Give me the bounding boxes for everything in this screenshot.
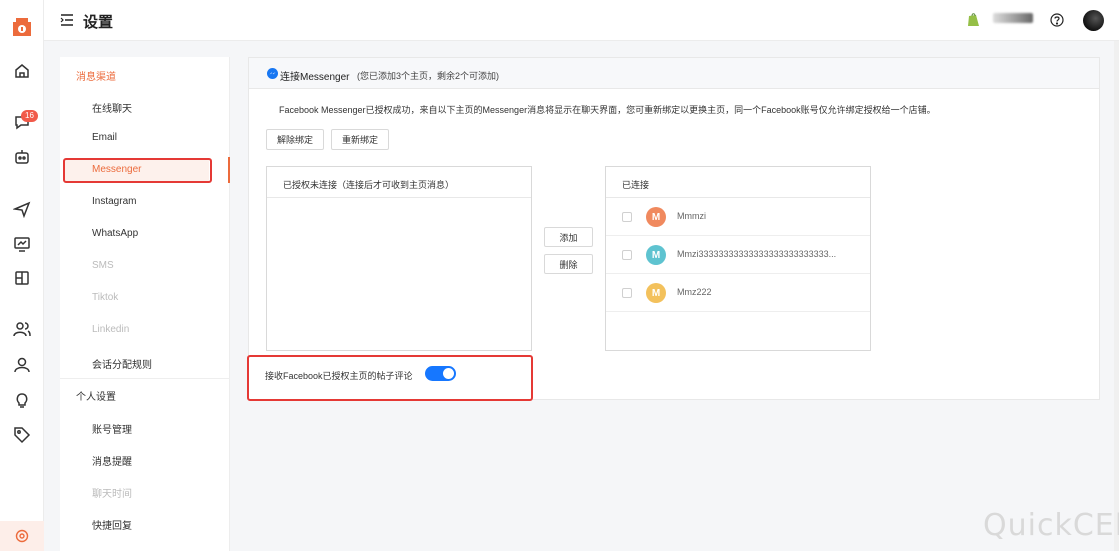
watermark: QuickCEP bbox=[983, 508, 1119, 543]
menu-item-whatsapp[interactable]: WhatsApp bbox=[92, 228, 138, 239]
menu-item-notifications[interactable]: 消息提醒 bbox=[92, 453, 132, 468]
panel-title: 连接Messenger bbox=[280, 72, 350, 83]
top-bar: 设置 bbox=[44, 0, 1119, 41]
unconnected-list-header: 已授权未连接（连接后才可收到主页消息） bbox=[267, 167, 531, 198]
authorization-description: Facebook Messenger已授权成功，来自以下主页的Messenger… bbox=[279, 105, 936, 115]
shopify-icon[interactable] bbox=[967, 12, 980, 27]
messenger-icon bbox=[267, 68, 278, 79]
panel-subtitle: (您已添加3个主页，剩余2个可添加) bbox=[357, 71, 500, 81]
page-name: Mmmzi bbox=[677, 211, 706, 221]
connected-pages-list: 已连接 M Mmmzi M Mmzi3333333333333333333333… bbox=[605, 166, 871, 351]
page-name: Mmz222 bbox=[677, 287, 712, 297]
page-avatar: M bbox=[646, 207, 666, 227]
robot-icon[interactable] bbox=[13, 148, 31, 166]
lightbulb-icon[interactable] bbox=[13, 391, 31, 409]
help-icon[interactable] bbox=[1050, 13, 1064, 27]
monitor-icon[interactable] bbox=[13, 235, 31, 253]
layout-icon[interactable] bbox=[13, 269, 31, 287]
section-channels: 消息渠道 bbox=[76, 72, 116, 83]
page-avatar: M bbox=[646, 245, 666, 265]
messenger-panel: 连接Messenger (您已添加3个主页，剩余2个可添加) Facebook … bbox=[247, 57, 1100, 401]
menu-item-messenger[interactable]: Messenger bbox=[92, 164, 141, 175]
settings-menu: 消息渠道 在线聊天 Email Messenger Instagram What… bbox=[60, 57, 230, 551]
menu-item-account[interactable]: 账号管理 bbox=[92, 421, 132, 436]
app-logo-icon[interactable] bbox=[12, 16, 32, 38]
settings-gear-icon bbox=[15, 529, 29, 543]
section-divider bbox=[60, 378, 230, 379]
list-item[interactable]: M Mmmzi bbox=[606, 198, 870, 236]
menu-item-online-chat[interactable]: 在线聊天 bbox=[92, 100, 132, 115]
menu-item-email[interactable]: Email bbox=[92, 132, 117, 143]
page-avatar: M bbox=[646, 283, 666, 303]
page-checkbox[interactable] bbox=[622, 250, 632, 260]
unbind-button[interactable]: 解除绑定 bbox=[266, 129, 324, 150]
page-title: 设置 bbox=[83, 14, 114, 31]
menu-collapse-icon[interactable] bbox=[60, 13, 74, 27]
comments-toggle-label: 接收Facebook已授权主页的帖子评论 bbox=[265, 371, 413, 381]
user-icon[interactable] bbox=[13, 356, 31, 374]
unconnected-pages-list: 已授权未连接（连接后才可收到主页消息） bbox=[266, 166, 532, 351]
users-icon[interactable] bbox=[13, 320, 31, 338]
page-checkbox[interactable] bbox=[622, 288, 632, 298]
comments-toggle-row: 接收Facebook已授权主页的帖子评论 bbox=[247, 355, 539, 401]
switch-knob bbox=[443, 368, 454, 379]
remove-button[interactable]: 删除 bbox=[544, 254, 593, 274]
page-checkbox[interactable] bbox=[622, 212, 632, 222]
account-name-blurred[interactable] bbox=[993, 13, 1033, 23]
list-item[interactable]: M Mmzi33333333333333333333333333... bbox=[606, 236, 870, 274]
add-button[interactable]: 添加 bbox=[544, 227, 593, 247]
unread-badge: 16 bbox=[21, 110, 38, 122]
send-icon[interactable] bbox=[13, 200, 31, 218]
menu-item-tiktok: Tiktok bbox=[92, 292, 119, 303]
page-scrollbar[interactable] bbox=[1114, 41, 1119, 551]
tag-icon[interactable] bbox=[13, 426, 31, 444]
section-personal: 个人设置 bbox=[76, 392, 116, 403]
page-name: Mmzi33333333333333333333333333... bbox=[677, 249, 837, 259]
menu-item-quick-replies[interactable]: 快捷回复 bbox=[92, 517, 132, 532]
app-window: 16 设置 消息渠道 在线聊天 Email Messenger Instagra… bbox=[0, 0, 1119, 551]
menu-item-chat-hours: 聊天时间 bbox=[92, 489, 132, 500]
rebind-button[interactable]: 重新绑定 bbox=[331, 129, 389, 150]
home-icon[interactable] bbox=[13, 62, 31, 80]
menu-item-linkedin: Linkedin bbox=[92, 324, 130, 335]
panel-header: 连接Messenger (您已添加3个主页，剩余2个可添加) bbox=[249, 58, 1099, 89]
menu-item-sms: SMS bbox=[92, 260, 114, 271]
unconnected-list-title: 已授权未连接（连接后才可收到主页消息） bbox=[283, 180, 455, 190]
menu-item-instagram[interactable]: Instagram bbox=[92, 196, 136, 207]
connected-list-title: 已连接 bbox=[622, 180, 650, 190]
active-item-indicator bbox=[228, 157, 230, 183]
user-avatar[interactable] bbox=[1083, 10, 1104, 31]
connected-list-header: 已连接 bbox=[606, 167, 870, 198]
list-item[interactable]: M Mmz222 bbox=[606, 274, 870, 312]
comments-toggle-switch[interactable] bbox=[425, 366, 456, 381]
settings-nav-active[interactable] bbox=[0, 521, 44, 551]
menu-item-assignment-rules[interactable]: 会话分配规则 bbox=[92, 356, 152, 371]
left-rail: 16 bbox=[0, 0, 44, 551]
